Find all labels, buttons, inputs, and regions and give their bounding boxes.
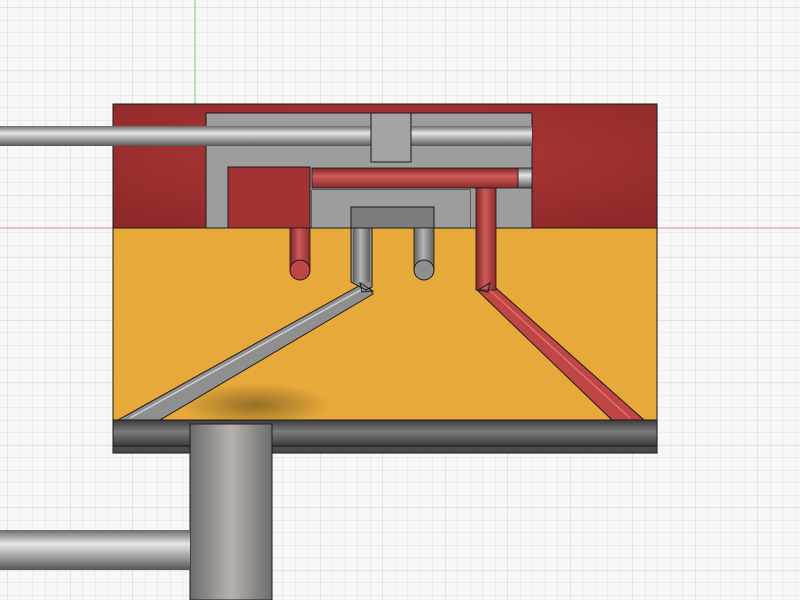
- red-vertical-pin[interactable]: [475, 187, 497, 291]
- lower-guide-rod[interactable]: [0, 530, 190, 570]
- center-gray-pin[interactable]: [413, 227, 435, 281]
- left-red-pin[interactable]: [289, 227, 311, 281]
- top-guide-rod[interactable]: [0, 126, 532, 146]
- lower-bracket-block[interactable]: [189, 423, 273, 600]
- cad-viewport[interactable]: [0, 0, 800, 600]
- rod-slider-block[interactable]: [370, 112, 412, 163]
- red-horizontal-pin[interactable]: [311, 167, 533, 189]
